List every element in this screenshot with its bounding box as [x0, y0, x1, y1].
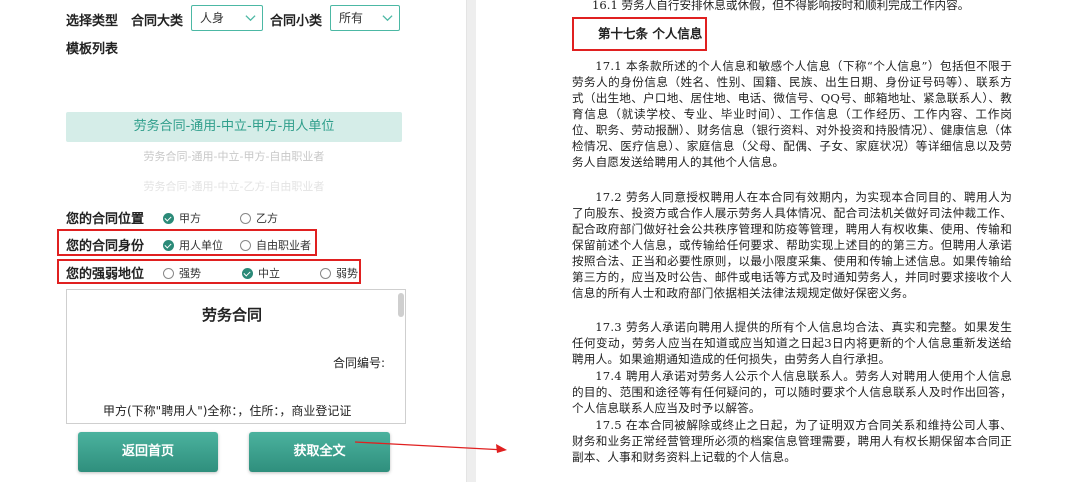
radio-unchecked-icon: [240, 212, 251, 224]
doc-paragraph: 17.1 本条款所述的个人信息和敏感个人信息（下称“个人信息”）包括但不限于劳务…: [572, 59, 1012, 169]
position-label: 您的合同位置: [66, 212, 145, 227]
option-text: 用人单位: [179, 239, 223, 252]
contract-number-label: 合同编号:: [332, 356, 385, 370]
article-title: 第十七条 个人信息: [572, 17, 707, 51]
document-view: 16.1 劳务人自行安排休息或休假，但不得影响按时和顺利完成工作内容。 第十七条…: [476, 0, 1080, 482]
identity-option-employer[interactable]: 用人单位: [163, 237, 223, 253]
option-text: 弱势: [336, 267, 358, 280]
doc-paragraph: 17.3 劳务人承诺向聘用人提供的所有个人信息均合法、真实和完整。如果发生任何变…: [572, 320, 1012, 366]
radio-unchecked-icon: [163, 267, 174, 279]
position-row: 您的合同位置 甲方 乙方: [66, 208, 406, 228]
strength-label: 您的强弱地位: [66, 267, 145, 282]
subcategory-select[interactable]: 所有: [330, 5, 400, 31]
strength-option-strong[interactable]: 强势: [163, 265, 201, 281]
home-button[interactable]: 返回首页: [78, 432, 218, 472]
strength-option-neutral[interactable]: 中立: [242, 265, 280, 281]
subcategory-value: 所有: [339, 11, 364, 25]
chevron-down-icon: [382, 15, 393, 22]
party-a-line: 甲方(下称"聘用人")全称：，住所：，商业登记证: [103, 404, 352, 418]
scrollbar[interactable]: [398, 293, 404, 317]
preview-title: 劳务合同: [201, 306, 262, 324]
option-text: 乙方: [256, 212, 278, 225]
option-text: 自由职业者: [256, 239, 311, 252]
strength-row: 您的强弱地位 强势 中立 弱势: [66, 263, 366, 283]
option-text: 强势: [179, 267, 201, 280]
arrow-right-icon: [355, 441, 507, 453]
type-label: 选择类型: [66, 14, 119, 29]
radio-unchecked-icon: [320, 267, 331, 279]
template-item[interactable]: 劳务合同-通用-中立-甲方-用人单位: [66, 112, 402, 142]
panel-divider[interactable]: [466, 0, 476, 482]
category-select[interactable]: 人身: [191, 5, 263, 31]
radio-checked-icon: [163, 212, 174, 224]
chevron-down-icon: [245, 15, 256, 22]
subcategory-label: 合同小类: [270, 14, 323, 29]
template-item[interactable]: 劳务合同-通用-中立-乙方-自由职业者: [66, 173, 402, 201]
doc-paragraph: 17.2 劳务人同意授权聘用人在本合同有效期内，为实现本合同目的、聘用人为了向股…: [572, 190, 1012, 300]
template-list-label: 模板列表: [66, 42, 119, 57]
category-label: 合同大类: [131, 14, 184, 29]
identity-option-freelancer[interactable]: 自由职业者: [240, 237, 311, 253]
position-option-b[interactable]: 乙方: [240, 210, 278, 226]
identity-row: 您的合同身份 用人单位 自由职业者: [66, 235, 406, 255]
radio-checked-icon: [242, 267, 253, 279]
contract-preview[interactable]: 劳务合同 合同编号: 甲方(下称"聘用人")全称：，住所：，商业登记证: [66, 289, 406, 424]
category-value: 人身: [200, 11, 225, 25]
doc-paragraph: 17.5 在本合同被解除或终止之日起，为了证明双方合同关系和维持公司人事、财务和…: [572, 418, 1012, 464]
doc-top-line: 16.1 劳务人自行安排休息或休假，但不得影响按时和顺利完成工作内容。: [592, 0, 970, 12]
identity-label: 您的合同身份: [66, 239, 145, 254]
position-option-a[interactable]: 甲方: [163, 210, 201, 226]
radio-unchecked-icon: [240, 239, 251, 251]
option-text: 甲方: [179, 212, 201, 225]
option-text: 中立: [258, 267, 280, 280]
left-panel: 选择类型 合同大类 人身 合同小类 所有 模板列表 劳务合同-通用-中立-甲方-…: [0, 0, 466, 482]
radio-checked-icon: [163, 239, 174, 251]
doc-paragraph: 17.4 聘用人承诺对劳务人公示个人信息联系人。劳务人对聘用人使用个人信息的目的…: [572, 369, 1012, 415]
template-item[interactable]: 劳务合同-通用-中立-甲方-自由职业者: [66, 143, 402, 171]
strength-option-weak[interactable]: 弱势: [320, 265, 358, 281]
